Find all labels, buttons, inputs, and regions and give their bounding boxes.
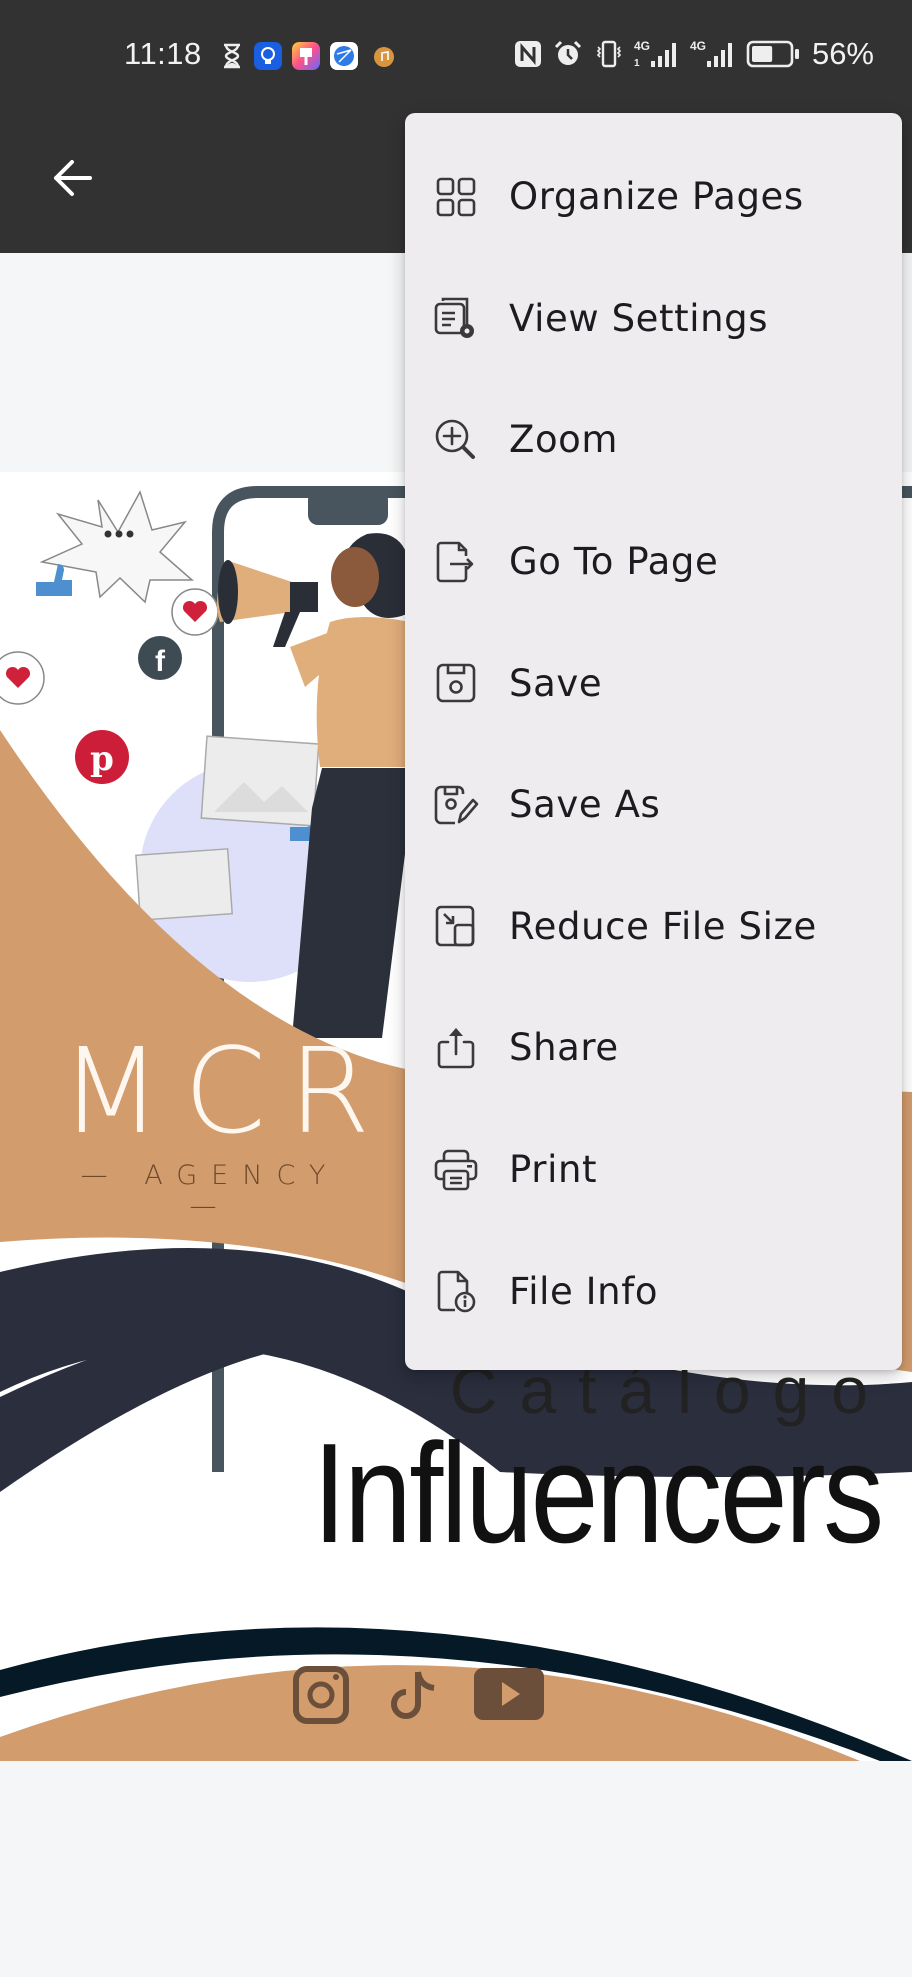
bulb-app-icon (254, 42, 282, 70)
go-to-page-icon (433, 539, 479, 585)
print-icon (433, 1147, 479, 1193)
file-info-icon (433, 1268, 479, 1314)
menu-item-label: Organize Pages (509, 175, 804, 219)
status-bar: 11:18 4G 1 4G 56% (0, 0, 912, 110)
menu-item-label: Print (509, 1148, 598, 1192)
svg-text:4G: 4G (690, 39, 706, 53)
status-time: 11:18 (124, 36, 202, 71)
menu-item-label: Save As (509, 783, 661, 827)
battery-icon (746, 40, 799, 68)
overflow-menu: Organize Pages View Settings Zoom Go To … (405, 113, 902, 1370)
svg-text:1: 1 (634, 58, 640, 69)
menu-item-share[interactable]: Share (405, 987, 902, 1109)
signal-4g-sim2-icon: 4G (690, 39, 732, 67)
menu-item-reduce-file-size[interactable]: Reduce File Size (405, 866, 902, 988)
view-settings-icon (433, 295, 479, 341)
thumbs-up-shape (36, 564, 72, 596)
menu-item-label: View Settings (509, 296, 769, 340)
agency-logo: MCR — AGENCY — (60, 1022, 393, 1222)
photo-frame-shape (135, 848, 233, 921)
save-icon (433, 660, 479, 706)
menu-item-zoom[interactable]: Zoom (405, 379, 902, 501)
share-icon (433, 1025, 479, 1071)
megaphone-shape (216, 560, 318, 647)
zoom-in-icon (433, 417, 479, 463)
menu-item-file-info[interactable]: File Info (405, 1230, 902, 1352)
menu-item-label: Save (509, 661, 603, 705)
menu-item-go-to-page[interactable]: Go To Page (405, 501, 902, 623)
menu-item-label: Reduce File Size (509, 904, 817, 948)
menu-item-print[interactable]: Print (405, 1109, 902, 1231)
system-status: 4G 1 4G 56% (514, 36, 874, 72)
svg-text:f: f (155, 645, 166, 678)
photo-frame-shape (200, 735, 320, 827)
menu-item-save[interactable]: Save (405, 622, 902, 744)
reduce-file-size-icon (433, 903, 479, 949)
menu-item-label: File Info (509, 1269, 659, 1313)
back-button[interactable] (44, 150, 100, 206)
svg-text:4G: 4G (634, 39, 650, 53)
music-app-icon (374, 47, 394, 67)
alarm-icon (554, 40, 582, 65)
svg-text:p: p (90, 739, 114, 779)
menu-item-label: Share (509, 1026, 619, 1070)
browser-app-icon (330, 42, 358, 70)
menu-item-label: Zoom (509, 418, 619, 462)
menu-item-label: Go To Page (509, 540, 719, 584)
menu-item-view-settings[interactable]: View Settings (405, 258, 902, 380)
logo-sub-text: — AGENCY — (80, 1160, 340, 1222)
tan-arc-shape (0, 1665, 860, 1761)
vibrate-icon (596, 40, 622, 68)
arrow-left-icon (54, 160, 92, 196)
save-as-icon (433, 782, 479, 828)
phone-notch-shape (308, 490, 388, 525)
menu-item-save-as[interactable]: Save As (405, 744, 902, 866)
menu-item-organize-pages[interactable]: Organize Pages (405, 136, 902, 258)
logo-sub-label: AGENCY (144, 1160, 340, 1191)
battery-percent: 56% (811, 36, 874, 71)
nfc-icon (514, 41, 541, 67)
cover-title: Influencers (313, 1414, 885, 1573)
grid-icon (433, 174, 479, 220)
logo-main-text: MCR (60, 1022, 393, 1160)
themes-app-icon (292, 42, 320, 70)
hourglass-icon (224, 43, 240, 69)
signal-4g-sim1-icon: 4G 1 (634, 39, 676, 69)
